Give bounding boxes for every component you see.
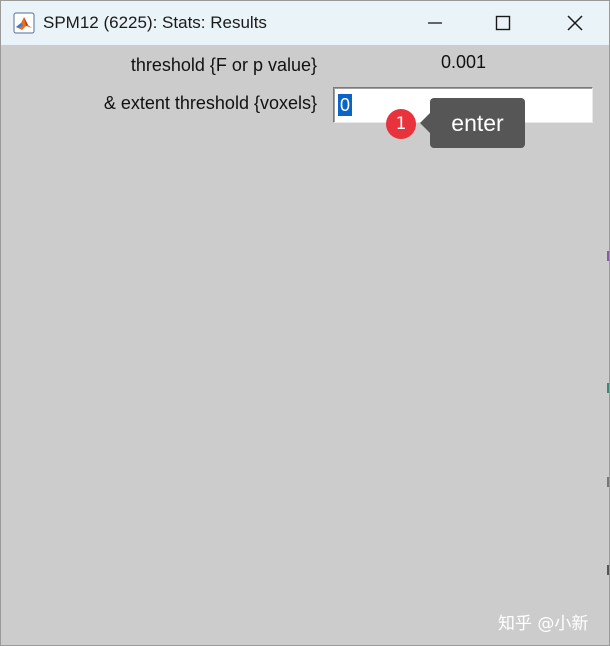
step-badge: 1 (386, 109, 416, 139)
title-bar[interactable]: SPM12 (6225): Stats: Results (1, 1, 609, 45)
edge-mark-purple (607, 251, 609, 261)
maximize-icon (495, 15, 511, 31)
edge-mark-dark (607, 565, 609, 575)
close-icon (567, 15, 583, 31)
watermark: 知乎 @小新 (498, 614, 589, 634)
enter-tooltip: enter (420, 98, 525, 148)
window-title: SPM12 (6225): Stats: Results (43, 13, 267, 32)
matlab-icon (13, 12, 35, 34)
extent-threshold-label: & extent threshold {voxels} (103, 93, 317, 113)
edge-mark-teal (607, 383, 609, 393)
threshold-label: threshold {F or p value} (130, 55, 317, 75)
edge-mark-gray (607, 477, 609, 487)
extent-threshold-value: 0 (338, 94, 353, 116)
spm-results-window: SPM12 (6225): Stats: Results threshold {… (0, 0, 610, 646)
minimize-icon (428, 22, 442, 24)
results-panel: threshold {F or p value} 0.001 & extent … (1, 45, 609, 645)
maximize-button[interactable] (469, 1, 537, 45)
minimize-button[interactable] (401, 1, 469, 45)
close-button[interactable] (541, 1, 609, 45)
threshold-value: 0.001 (441, 52, 487, 72)
